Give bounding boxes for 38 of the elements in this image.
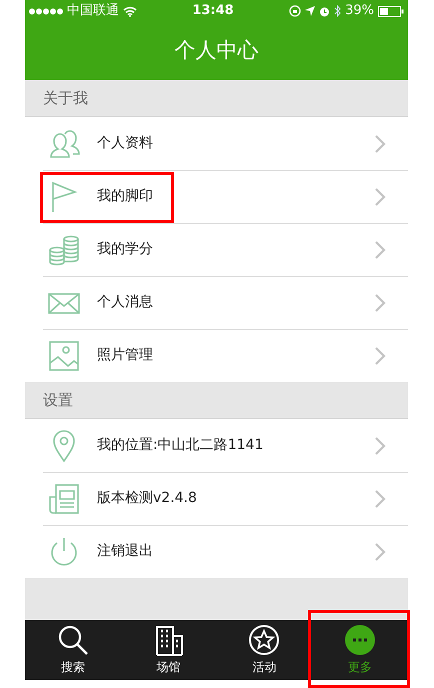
menu-item[interactable]: 我的位置:中山北二路1141 bbox=[25, 419, 408, 472]
newspaper-icon bbox=[47, 482, 81, 516]
coins-icon bbox=[47, 232, 81, 266]
more-icon bbox=[344, 624, 376, 656]
signal-icon bbox=[29, 8, 63, 14]
alarm-icon bbox=[319, 6, 330, 16]
chevron-right-icon bbox=[374, 488, 386, 508]
search-icon bbox=[56, 624, 89, 656]
tab-item[interactable]: 更多 bbox=[312, 620, 408, 680]
chevron-right-icon bbox=[374, 134, 386, 154]
chevron-right-icon bbox=[374, 292, 386, 312]
menu-item[interactable]: 我的学分 bbox=[25, 223, 408, 276]
bluetooth-icon bbox=[334, 5, 342, 17]
chevron-right-icon bbox=[374, 346, 386, 366]
section-header: 设置 bbox=[43, 390, 73, 411]
menu-item[interactable]: 版本检测v2.4.8 bbox=[25, 472, 408, 525]
chevron-right-icon bbox=[374, 240, 386, 260]
page-title: 个人中心 bbox=[174, 37, 258, 64]
tab-item[interactable]: 场馆 bbox=[120, 620, 216, 680]
wifi-icon bbox=[123, 6, 137, 16]
battery-percent: 39% bbox=[345, 2, 374, 20]
menu-item[interactable]: 个人消息 bbox=[25, 276, 408, 329]
tab-item[interactable]: 活动 bbox=[216, 620, 312, 680]
menu-item[interactable]: 我的脚印 bbox=[25, 170, 408, 223]
chevron-right-icon bbox=[374, 436, 386, 456]
location-icon bbox=[305, 6, 316, 16]
tab-item[interactable]: 搜索 bbox=[25, 620, 121, 680]
photo-icon bbox=[47, 338, 81, 372]
menu-item[interactable]: 个人资料 bbox=[25, 117, 408, 170]
chevron-right-icon bbox=[374, 186, 386, 206]
status-time: 13:48 bbox=[192, 2, 234, 20]
battery-icon bbox=[378, 6, 404, 16]
menu-item[interactable]: 照片管理 bbox=[25, 329, 408, 382]
rotation-lock-icon bbox=[289, 5, 302, 17]
menu-item[interactable]: 注销退出 bbox=[25, 525, 408, 578]
chevron-right-icon bbox=[374, 542, 386, 562]
carrier-name: 中国联通 bbox=[67, 2, 119, 20]
section-header: 关于我 bbox=[43, 88, 88, 109]
